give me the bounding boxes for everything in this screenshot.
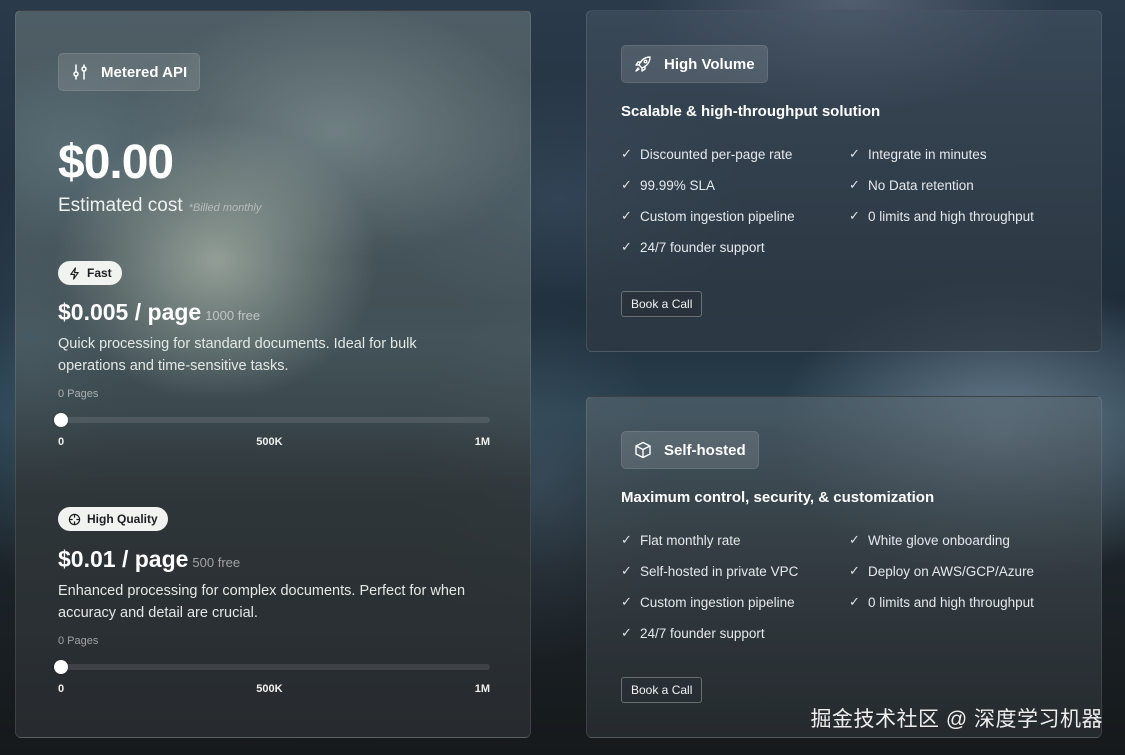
self-hosted-label: Self-hosted	[664, 441, 746, 459]
feature-item: ✓ Custom ingestion pipeline	[621, 593, 849, 611]
check-icon: ✓	[849, 177, 860, 192]
feature-text: Discounted per-page rate	[640, 146, 793, 162]
high-volume-features: ✓ Discounted per-page rate ✓ Integrate in m…	[621, 145, 1081, 256]
self-hosted-tag: Self-hosted	[621, 431, 759, 469]
tick-label: 1M	[474, 683, 490, 695]
feature-text: 0 limits and high throughput	[868, 594, 1034, 610]
feature-item: ✓ Flat monthly rate	[621, 531, 849, 549]
feature-item: ✓ White glove onboarding	[849, 531, 1077, 549]
feature-text: No Data retention	[868, 177, 974, 193]
check-icon: ✓	[621, 625, 632, 640]
fast-tier-price: $0.005 / page 1000 free	[58, 299, 260, 326]
high-quality-pages-slider[interactable]	[54, 660, 490, 674]
fast-pages-slider[interactable]	[54, 413, 490, 427]
fast-tier-description: Quick processing for standard documents.…	[58, 336, 417, 374]
feature-item: ✓ 24/7 founder support	[621, 238, 849, 256]
high-volume-subtitle: Scalable & high-throughput solution	[621, 103, 881, 120]
high-quality-price-text: $0.01 / page	[58, 546, 189, 572]
feature-item: ✓ Integrate in minutes	[849, 145, 1077, 163]
watermark-text: 掘金技术社区 @ 深度学习机器	[810, 708, 1103, 731]
feature-text: Self-hosted in private VPC	[640, 563, 799, 579]
cube-icon	[634, 441, 652, 459]
tick-label: 0	[58, 683, 65, 695]
estimated-cost-value: $0.00	[58, 136, 174, 189]
self-hosted-features: ✓ Flat monthly rate ✓ White glove onboardin…	[621, 531, 1081, 642]
check-icon: ✓	[621, 208, 632, 223]
feature-item: ✓ 0 limits and high throughput	[849, 207, 1077, 225]
feature-text: 99.99% SLA	[640, 177, 716, 193]
check-icon: ✓	[849, 532, 860, 547]
self-hosted-card: Self-hosted Maximum control, security, &…	[586, 396, 1102, 738]
tick-label: 0	[58, 436, 65, 448]
check-icon: ✓	[621, 532, 632, 547]
estimated-cost-label: Estimated cost *Billed monthly	[58, 195, 261, 217]
fast-tier-free-note: 1000 free	[205, 308, 261, 323]
metered-api-card: Metered API $0.00 Estimated cost *Billed …	[15, 10, 531, 738]
book-a-call-button[interactable]: Book a Call	[621, 291, 703, 317]
fast-slider-thumb[interactable]	[54, 413, 68, 427]
book-a-call-button[interactable]: Book a Call	[621, 677, 703, 703]
feature-item: ✓ 0 limits and high throughput	[849, 593, 1077, 611]
feature-text: Deploy on AWS/GCP/Azure	[868, 563, 1035, 579]
estimated-cost-text: Estimated cost	[58, 195, 183, 216]
metered-api-label: Metered API	[101, 63, 188, 81]
feature-text: 24/7 founder support	[640, 239, 765, 255]
crosshair-icon	[68, 513, 81, 526]
lightning-icon	[68, 266, 81, 280]
check-icon: ✓	[621, 239, 632, 254]
check-icon: ✓	[621, 177, 632, 192]
check-icon: ✓	[621, 594, 632, 609]
feature-item: ✓ Deploy on AWS/GCP/Azure	[849, 562, 1077, 580]
tick-label: 500K	[256, 436, 283, 448]
high-volume-card: High Volume Scalable & high-throughput s…	[586, 10, 1102, 352]
sliders-icon	[71, 63, 89, 81]
check-icon: ✓	[849, 594, 860, 609]
feature-item: ✓ 99.99% SLA	[621, 176, 849, 194]
feature-item: ✓ No Data retention	[849, 176, 1077, 194]
feature-item: ✓ 24/7 founder support	[621, 624, 849, 642]
check-icon: ✓	[621, 563, 632, 578]
self-hosted-subtitle: Maximum control, security, & customizati…	[621, 489, 935, 506]
feature-item: ✓ Self-hosted in private VPC	[621, 562, 849, 580]
high-quality-tier-pill: High Quality	[58, 507, 168, 531]
fast-slider-ticks: 0 500K 1M	[58, 436, 490, 448]
high-quality-tier-description: Enhanced processing for complex document…	[58, 583, 466, 621]
check-icon: ✓	[849, 563, 860, 578]
feature-text: White glove onboarding	[868, 532, 1010, 548]
check-icon: ✓	[621, 146, 632, 161]
high-quality-tier-price: $0.01 / page 500 free	[58, 546, 240, 573]
tick-label: 1M	[474, 436, 490, 448]
rocket-icon	[634, 55, 652, 73]
feature-text: Custom ingestion pipeline	[640, 208, 795, 224]
feature-text: Flat monthly rate	[640, 532, 741, 548]
high-quality-slider-thumb[interactable]	[54, 660, 68, 674]
metered-api-tag: Metered API	[58, 53, 201, 91]
feature-text: 0 limits and high throughput	[868, 208, 1034, 224]
fast-tier-price-text: $0.005 / page	[58, 299, 202, 325]
billed-monthly-note: *Billed monthly	[188, 202, 262, 214]
feature-text: Integrate in minutes	[868, 146, 987, 162]
high-quality-tier-label: High Quality	[87, 512, 158, 526]
fast-tier-pill: Fast	[58, 261, 122, 285]
high-volume-label: High Volume	[664, 55, 755, 73]
tick-label: 500K	[256, 683, 283, 695]
feature-text: 24/7 founder support	[640, 625, 765, 641]
check-icon: ✓	[849, 208, 860, 223]
high-quality-free-note: 500 free	[192, 555, 241, 570]
feature-item: ✓ Discounted per-page rate	[621, 145, 849, 163]
high-quality-pages-count: 0 Pages	[58, 635, 99, 647]
fast-tier-label: Fast	[87, 266, 112, 280]
feature-text: Custom ingestion pipeline	[640, 594, 795, 610]
feature-item: ✓ Custom ingestion pipeline	[621, 207, 849, 225]
high-volume-tag: High Volume	[621, 45, 768, 83]
fast-pages-count: 0 Pages	[58, 388, 99, 400]
high-quality-slider-ticks: 0 500K 1M	[58, 683, 490, 695]
check-icon: ✓	[849, 146, 860, 161]
